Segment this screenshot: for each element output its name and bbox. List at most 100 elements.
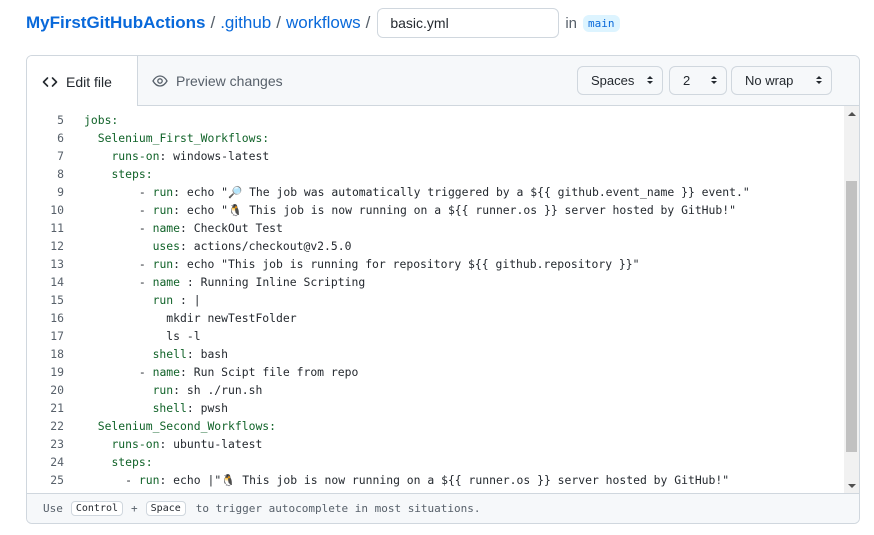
code-rest: : echo "🐧 This job is now running on a $… <box>173 203 736 217</box>
code-key: run <box>152 185 174 199</box>
scroll-up-button[interactable] <box>844 106 859 122</box>
code-text: uses: actions/checkout@v2.5.0 <box>64 237 352 255</box>
code-text: - run: echo "🐧 This job is now running o… <box>64 201 736 219</box>
code-line: 14 - name : Running Inline Scripting <box>27 273 843 291</box>
in-label: in <box>565 14 578 32</box>
code-line: 6 Selenium_First_Workflows: <box>27 129 843 147</box>
code-text: Selenium_First_Workflows: <box>64 129 269 147</box>
code-ind <box>84 311 166 325</box>
indent-mode-value: Spaces <box>591 73 635 88</box>
code-line: 13 - run: echo "This job is running for … <box>27 255 843 273</box>
code-rest: : echo |"🐧 This job is now running on a … <box>159 473 730 487</box>
code-ind <box>84 365 139 379</box>
breadcrumb-separator: / <box>365 13 371 32</box>
branch-badge: main <box>583 14 620 32</box>
select-caret-icon <box>711 76 717 84</box>
code-line: 8 steps: <box>27 165 843 183</box>
code-rest: : actions/checkout@v2.5.0 <box>180 239 352 253</box>
line-number: 14 <box>50 275 64 289</box>
tab-edit-file[interactable]: Edit file <box>27 56 138 107</box>
code-rest: : | <box>173 293 201 307</box>
code-rest: : windows-latest <box>159 149 270 163</box>
line-number: 9 <box>57 185 64 199</box>
code-line: 25 - run: echo |"🐧 This job is now runni… <box>27 471 843 489</box>
scroll-thumb[interactable] <box>846 181 857 452</box>
code-icon <box>42 76 58 87</box>
code-rest: ls -l <box>166 329 201 343</box>
indent-size-select[interactable]: 2 <box>669 66 727 95</box>
code-rest: : sh ./run.sh <box>173 383 263 397</box>
line-number: 22 <box>50 419 64 433</box>
filename-input[interactable] <box>377 8 560 38</box>
line-number: 19 <box>50 365 64 379</box>
code-key: runs-on <box>111 437 160 451</box>
scroll-down-button[interactable] <box>844 478 859 494</box>
line-number: 5 <box>57 113 64 127</box>
select-caret-icon <box>816 76 822 84</box>
code-text: mkdir newTestFolder <box>64 309 297 327</box>
code-rest: : ubuntu-latest <box>159 437 263 451</box>
code-key: run <box>152 257 174 271</box>
code-key: run <box>152 383 174 397</box>
code-ind <box>84 275 139 289</box>
code-editor[interactable]: 5 jobs: 6 Selenium_First_Workflows: 7 runs-… <box>27 106 859 494</box>
code-line: 18 shell: bash <box>27 345 843 363</box>
code-text: - name : Running Inline Scripting <box>64 273 365 291</box>
code-key: run <box>152 203 174 217</box>
tab-preview-changes[interactable]: Preview changes <box>152 56 283 106</box>
footer-hint: to trigger autocomplete in most situatio… <box>195 502 481 515</box>
code-ind <box>84 239 153 253</box>
line-number: 11 <box>50 221 64 235</box>
code-text: steps: <box>64 453 153 471</box>
repo-link[interactable]: MyFirstGitHubActions <box>26 13 205 33</box>
footer-use: Use <box>43 502 63 515</box>
breadcrumb-separator: / <box>276 13 281 32</box>
wrap-mode-value: No wrap <box>745 73 794 88</box>
vertical-scrollbar[interactable] <box>844 106 859 494</box>
line-number: 7 <box>57 149 64 163</box>
code-text: run : | <box>64 291 201 309</box>
indent-mode-select[interactable]: Spaces <box>577 66 663 95</box>
tab-edit-file-label: Edit file <box>66 73 112 90</box>
line-number: 15 <box>50 293 64 307</box>
line-number: 13 <box>50 257 64 271</box>
line-number: 6 <box>57 131 64 145</box>
line-number: 23 <box>50 437 64 451</box>
code-key: Selenium_Second_Workflows: <box>97 419 277 433</box>
code-lines: 5 jobs: 6 Selenium_First_Workflows: 7 runs-… <box>27 111 843 489</box>
code-ind <box>84 203 139 217</box>
github-dir-link[interactable]: .github <box>220 13 271 33</box>
code-key: shell <box>152 401 187 415</box>
code-line: 19 - name: Run Scipt file from repo <box>27 363 843 381</box>
line-number: 18 <box>50 347 64 361</box>
code-line: 10 - run: echo "🐧 This job is now runnin… <box>27 201 843 219</box>
tab-preview-label: Preview changes <box>176 73 283 89</box>
code-line: 21 shell: pwsh <box>27 399 843 417</box>
footer-plus: + <box>131 502 138 515</box>
code-rest: : Run Scipt file from repo <box>180 365 359 379</box>
workflows-dir-link[interactable]: workflows <box>286 13 361 33</box>
code-text: run: sh ./run.sh <box>64 381 263 399</box>
line-number: 24 <box>50 455 64 469</box>
code-ind <box>84 149 111 163</box>
code-text: shell: pwsh <box>64 399 228 417</box>
line-number: 25 <box>50 473 64 487</box>
code-text: - run: echo |"🐧 This job is now running … <box>64 471 729 489</box>
code-text: - run: echo "This job is running for rep… <box>64 255 640 273</box>
code-key: steps: <box>111 455 153 469</box>
code-ind <box>84 257 139 271</box>
code-line: 22 Selenium_Second_Workflows: <box>27 417 843 435</box>
line-number: 16 <box>50 311 64 325</box>
code-rest: mkdir newTestFolder <box>166 311 297 325</box>
wrap-mode-select[interactable]: No wrap <box>731 66 832 95</box>
code-ind <box>84 473 125 487</box>
code-text: steps: <box>64 165 153 183</box>
code-key: run <box>138 473 160 487</box>
code-key: steps: <box>111 167 153 181</box>
select-caret-icon <box>647 76 653 84</box>
code-rest: : echo "This job is running for reposito… <box>173 257 640 271</box>
code-text: shell: bash <box>64 345 228 363</box>
code-text: runs-on: windows-latest <box>64 147 269 165</box>
code-ind <box>84 437 111 451</box>
code-ind <box>84 419 98 433</box>
